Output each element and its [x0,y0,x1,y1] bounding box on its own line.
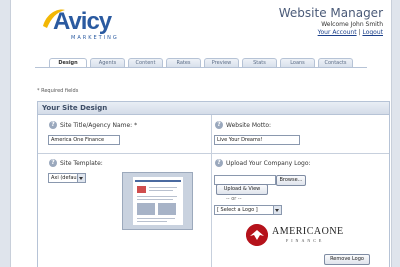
thumb-image-block [137,186,146,193]
thumb-line [149,187,177,188]
avicy-logo: Avicy MARKETING [41,6,133,46]
select-logo-dropdown[interactable]: [ Select a Logo ] [214,205,282,215]
logo-subtext: MARKETING [71,35,119,41]
help-icon[interactable]: ? [215,159,223,167]
row-divider [38,153,389,154]
page: Avicy MARKETING Website Manager Welcome … [10,0,392,267]
template-label: Site Template: [60,160,103,167]
eagle-seal-icon [246,224,268,246]
browse-button[interactable]: Browse... [276,175,306,186]
tab-rates[interactable]: Rates [166,58,201,67]
chevron-down-icon [77,174,85,182]
tab-contacts[interactable]: Contacts [318,58,353,67]
company-logo-name: AMERICAONE [272,226,344,237]
site-title-label: Site Title/Agency Name: * [60,122,138,129]
tab-stats[interactable]: Stats [242,58,277,67]
thumb-header-bar [135,180,181,182]
tab-underline [35,67,367,68]
thumb-line [149,190,173,191]
required-note: * Required fields [37,88,79,94]
tab-agents[interactable]: Agents [90,58,125,67]
column-divider [211,115,212,267]
template-page-thumb [133,177,183,225]
template-preview-image [122,172,193,230]
or-separator: -- or -- [226,196,242,202]
thumb-line [137,221,167,222]
thumb-line [137,196,177,197]
tab-content[interactable]: Content [128,58,163,67]
tab-loans[interactable]: Loans [280,58,315,67]
site-title-input[interactable]: America One Finance [48,135,120,145]
help-icon[interactable]: ? [215,121,223,129]
upload-view-button[interactable]: Upload & View [216,184,268,195]
logo-text: Avicy [53,8,112,35]
motto-input[interactable]: Live Your Dreams! [214,135,300,145]
welcome-text: Welcome John Smith [321,21,383,28]
logout-link[interactable]: Logout [362,29,383,36]
thumb-line [137,218,175,219]
your-account-link[interactable]: Your Account [318,29,357,36]
chevron-down-icon [273,206,281,214]
link-separator: | [358,29,361,36]
app-title: Website Manager [278,6,383,20]
help-icon[interactable]: ? [49,121,57,129]
remove-logo-button[interactable]: Remove Logo [324,254,370,265]
motto-label: Website Motto: [226,122,272,129]
logo-upload-label: Upload Your Company Logo: [226,160,311,167]
thumb-content-block [137,203,155,215]
tab-preview[interactable]: Preview [204,58,239,67]
thumb-line [137,199,173,200]
account-links: Your Account | Logout [279,29,383,36]
company-logo-preview: AMERICAONE FINANCE [246,224,356,248]
header-user-area: Website Manager Welcome John Smith Your … [279,6,383,36]
help-icon[interactable]: ? [49,159,57,167]
template-select[interactable]: Axi (default) [48,173,86,183]
section-title: Your Site Design [38,102,389,115]
select-logo-value: [ Select a Logo ] [217,207,258,213]
thumb-content-block [158,203,176,215]
company-logo-sub: FINANCE [286,238,325,243]
